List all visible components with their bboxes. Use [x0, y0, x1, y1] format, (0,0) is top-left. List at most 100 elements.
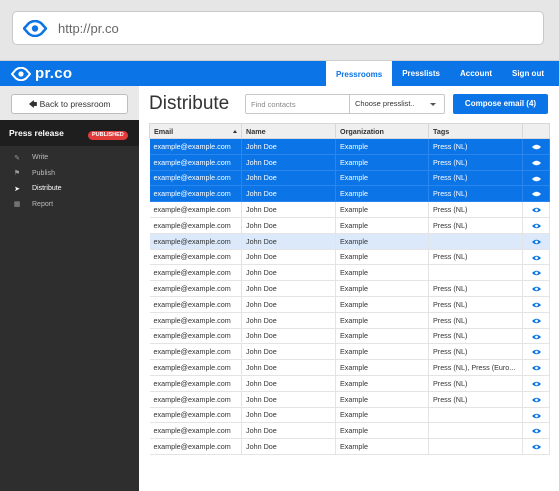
view-contact-cell — [522, 438, 550, 455]
eye-icon[interactable] — [531, 444, 541, 450]
cell-email: example@example.com — [149, 343, 242, 361]
eye-icon[interactable] — [531, 160, 541, 166]
sidebar-item-write[interactable]: ✎ Write — [0, 150, 139, 166]
find-contacts-input[interactable] — [245, 94, 350, 114]
table-row[interactable]: example@example.com John Doe Example — [149, 233, 550, 250]
table-row[interactable]: example@example.com John Doe Example — [149, 407, 550, 424]
table-row[interactable]: example@example.com John Doe Example Press … — [149, 375, 550, 392]
logo[interactable]: pr.co — [11, 65, 72, 82]
column-header-actions — [522, 123, 550, 139]
eye-icon[interactable] — [531, 428, 541, 434]
nav-sign-out[interactable]: Sign out — [502, 61, 554, 86]
table-row[interactable]: example@example.com John Doe Example Press … — [149, 201, 550, 218]
back-to-pressroom-button[interactable]: 🡄 Back to pressroom — [11, 94, 128, 114]
eye-icon[interactable] — [531, 270, 541, 276]
nav-account[interactable]: Account — [450, 61, 502, 86]
cell-tags: Press (NL) — [428, 312, 523, 329]
eye-icon[interactable] — [531, 413, 541, 419]
table-row[interactable]: example@example.com John Doe Example — [149, 422, 550, 440]
eye-icon[interactable] — [531, 239, 541, 245]
eye-icon[interactable] — [531, 176, 541, 182]
eye-icon[interactable] — [531, 381, 541, 387]
table-row[interactable]: example@example.com John Doe Example Press … — [149, 328, 550, 345]
eye-icon[interactable] — [531, 223, 541, 229]
sidebar-header: Press release PUBLISHED — [0, 120, 139, 146]
eye-icon[interactable] — [531, 318, 541, 324]
cell-name: John Doe — [241, 328, 336, 345]
column-header-organization[interactable]: Organization — [335, 123, 429, 139]
cell-organization: Example — [335, 391, 429, 408]
view-contact-cell — [522, 138, 550, 155]
cell-name: John Doe — [241, 343, 336, 361]
eye-icon[interactable] — [531, 349, 541, 355]
cell-tags: Press (NL) — [428, 343, 523, 361]
table-row[interactable]: example@example.com John Doe Example Press … — [149, 185, 550, 203]
eye-icon[interactable] — [531, 144, 541, 150]
table-row[interactable]: example@example.com John Doe Example Press … — [149, 170, 550, 187]
sidebar-item-label: Write — [32, 154, 49, 162]
cell-tags: Press (NL) — [428, 217, 523, 234]
cell-email: example@example.com — [149, 375, 242, 392]
table-body: example@example.com John Doe Example Press … — [149, 138, 550, 455]
cell-tags: Press (NL), Press (Euro... — [428, 359, 523, 376]
table-row[interactable]: example@example.com John Doe Example Press … — [149, 154, 550, 171]
eye-icon[interactable] — [531, 191, 541, 197]
compose-email-button[interactable]: Compose email (4) — [453, 94, 548, 114]
browser-chrome: http://pr.co — [0, 0, 559, 61]
cell-email: example@example.com — [149, 328, 242, 345]
table-row[interactable]: example@example.com John Doe Example Press … — [149, 391, 550, 408]
view-contact-cell — [522, 233, 550, 250]
table-row[interactable]: example@example.com John Doe Example — [149, 438, 550, 455]
eye-icon[interactable] — [531, 397, 541, 403]
sidebar-item-publish[interactable]: ⚑ Publish — [0, 166, 139, 182]
table-row[interactable]: example@example.com John Doe Example Press … — [149, 280, 550, 297]
eye-icon[interactable] — [531, 365, 541, 371]
view-contact-cell — [522, 407, 550, 424]
presslist-select-value: Choose presslist.. — [355, 99, 415, 108]
table-row[interactable]: example@example.com John Doe Example Press … — [149, 343, 550, 361]
page-title: Distribute — [149, 93, 230, 114]
eye-icon[interactable] — [531, 207, 541, 213]
cell-name: John Doe — [241, 359, 336, 376]
flag-icon: ⚑ — [13, 170, 21, 178]
address-bar[interactable]: http://pr.co — [12, 11, 544, 45]
table-row[interactable]: example@example.com John Doe Example Press … — [149, 217, 550, 234]
table-row[interactable]: example@example.com John Doe Example Press … — [149, 359, 550, 376]
table-row[interactable]: example@example.com John Doe Example — [149, 264, 550, 282]
presslist-select[interactable]: Choose presslist.. — [349, 94, 445, 114]
nav-presslists[interactable]: Presslists — [392, 61, 450, 86]
sidebar-item-report[interactable]: ▦ Report — [0, 197, 139, 213]
sidebar-item-label: Distribute — [32, 185, 62, 193]
eye-icon[interactable] — [531, 286, 541, 292]
column-header-email[interactable]: Email — [149, 123, 242, 139]
eye-icon[interactable] — [531, 334, 541, 340]
column-header-tags[interactable]: Tags — [428, 123, 523, 139]
cell-email: example@example.com — [149, 280, 242, 297]
cell-tags — [428, 264, 523, 282]
eye-icon[interactable] — [531, 255, 541, 261]
eye-icon[interactable] — [531, 302, 541, 308]
table-row[interactable]: example@example.com John Doe Example Press … — [149, 138, 550, 155]
view-contact-cell — [522, 249, 550, 266]
nav-pressrooms[interactable]: Pressrooms — [325, 61, 393, 88]
status-badge: PUBLISHED — [88, 131, 128, 140]
cell-organization: Example — [335, 217, 429, 234]
cell-organization: Example — [335, 343, 429, 361]
sidebar-item-label: Publish — [32, 169, 55, 177]
cell-organization: Example — [335, 201, 429, 218]
sidebar-menu: ✎ Write ⚑ Publish ➤ Distribute ▦ Report — [0, 150, 139, 212]
column-header-name[interactable]: Name — [241, 123, 336, 139]
table-row[interactable]: example@example.com John Doe Example Press … — [149, 296, 550, 313]
table-row[interactable]: example@example.com John Doe Example Press … — [149, 249, 550, 266]
view-contact-cell — [522, 264, 550, 282]
cell-email: example@example.com — [149, 438, 242, 455]
cell-organization: Example — [335, 422, 429, 440]
back-button-area: 🡄 Back to pressroom — [0, 86, 139, 120]
cell-organization: Example — [335, 312, 429, 329]
table-row[interactable]: example@example.com John Doe Example Press … — [149, 312, 550, 329]
cell-email: example@example.com — [149, 233, 242, 250]
sidebar-item-distribute[interactable]: ➤ Distribute — [0, 181, 139, 197]
cell-tags — [428, 422, 523, 440]
cell-tags: Press (NL) — [428, 154, 523, 171]
url-text: http://pr.co — [58, 21, 119, 36]
